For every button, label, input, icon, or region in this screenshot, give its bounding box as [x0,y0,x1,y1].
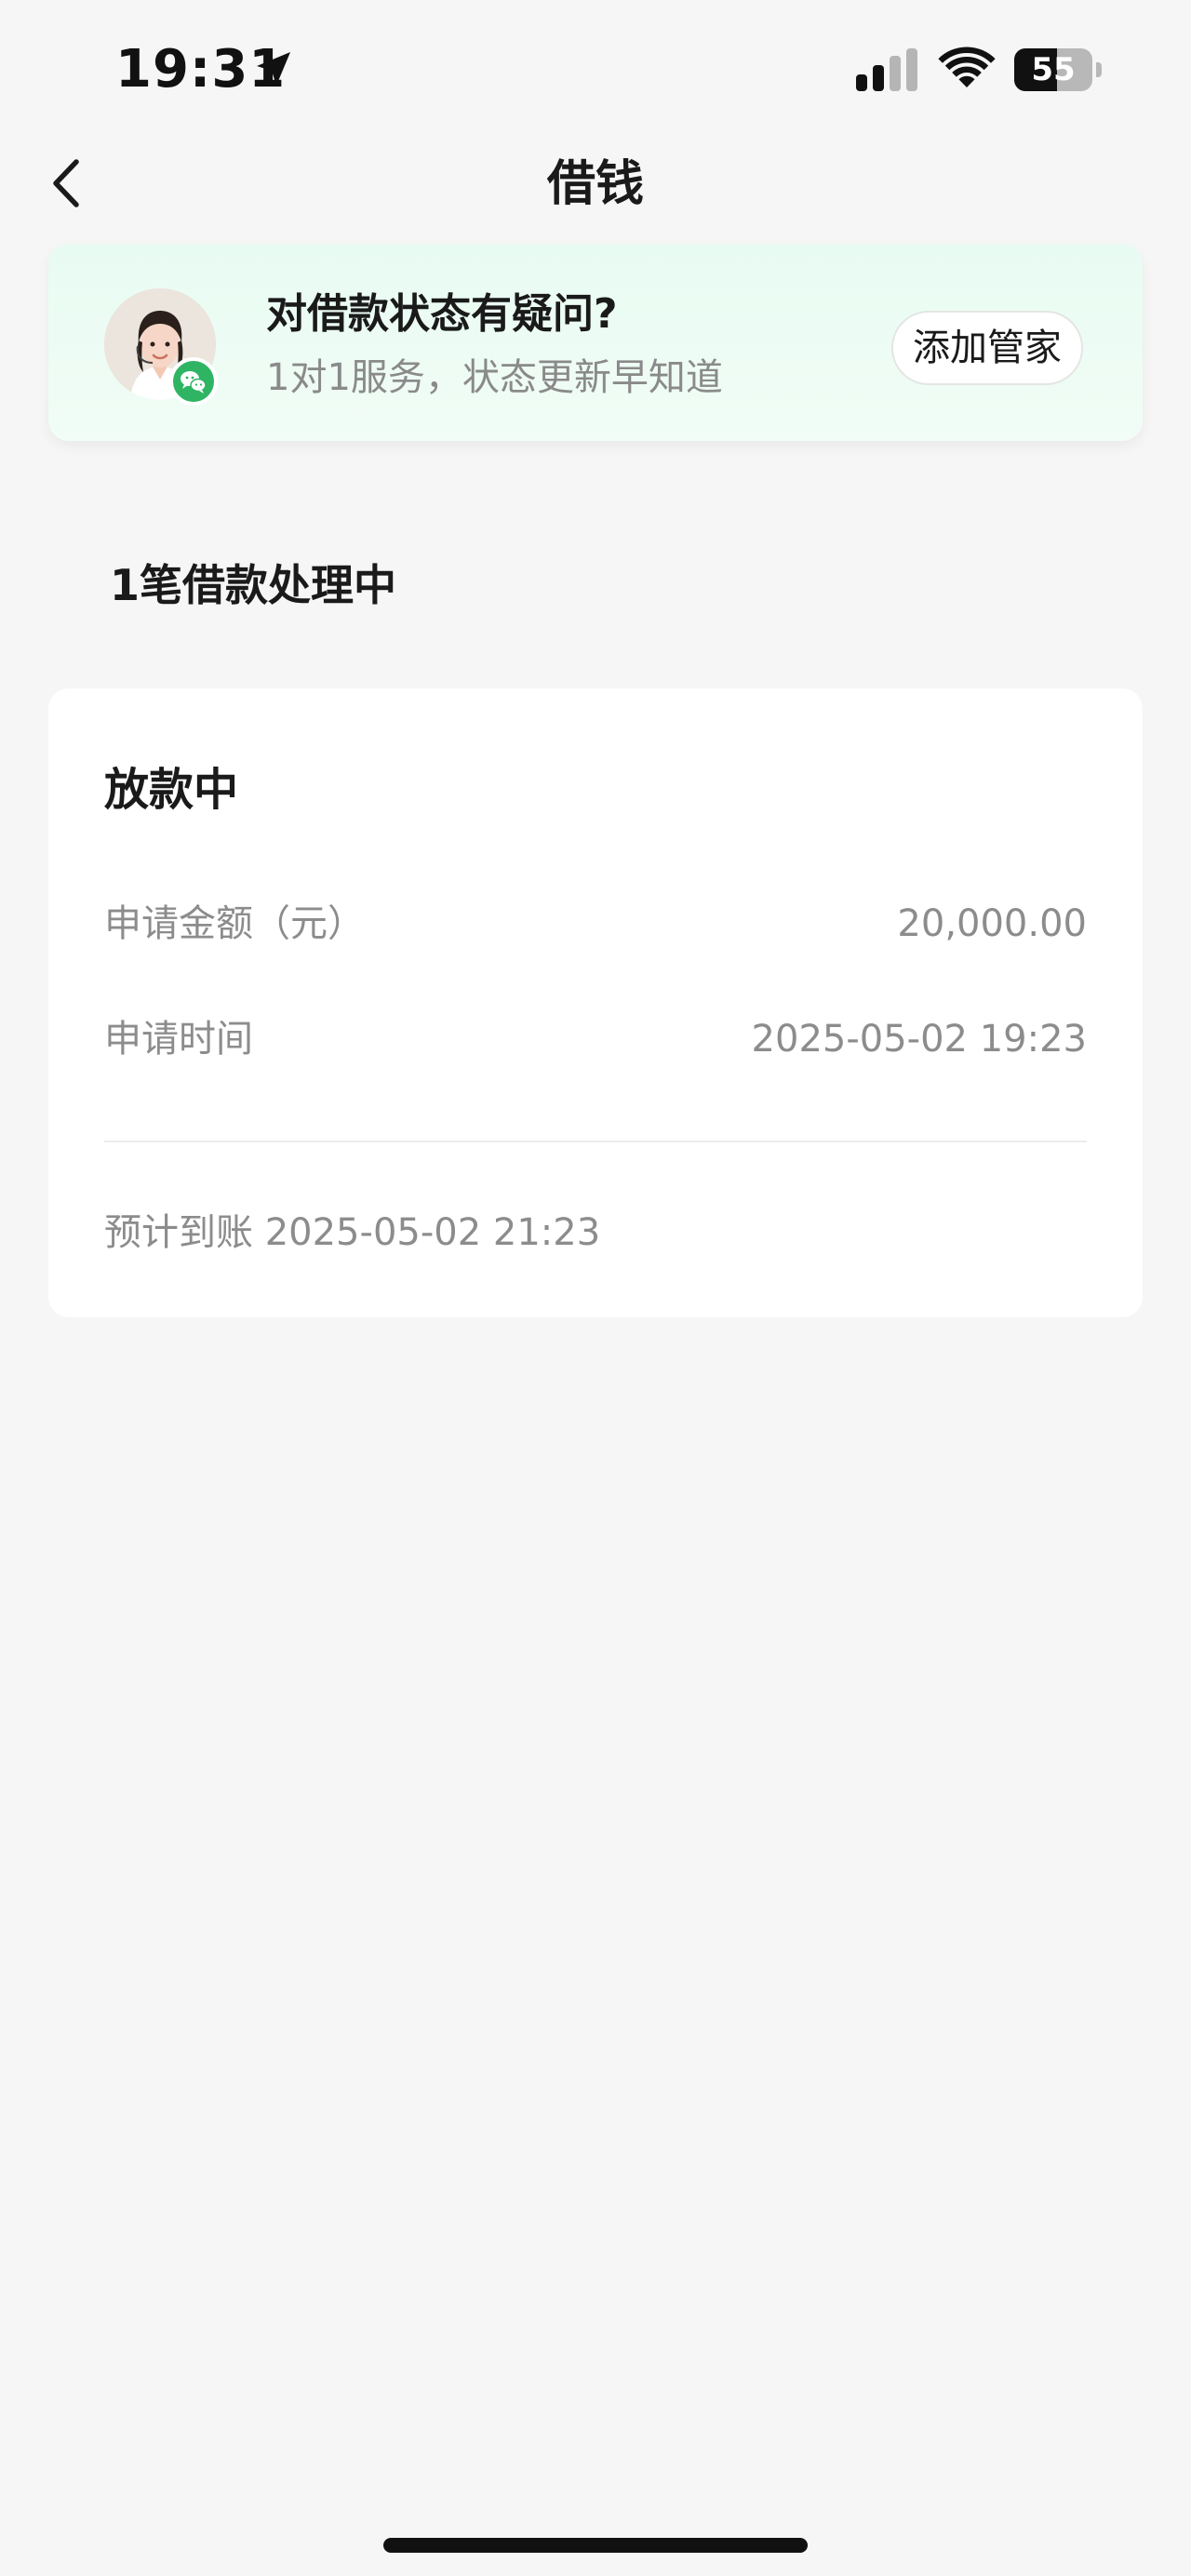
time-value: 2025-05-02 19:23 [751,1018,1087,1061]
loans-processing-heading: 1笔借款处理中 [110,560,397,610]
back-button[interactable] [37,151,102,216]
loan-card[interactable]: 放款中 申请金额（元） 20,000.00 申请时间 2025-05-02 19… [48,688,1143,1317]
status-bar: 19:31 55 [0,0,1191,140]
page-title: 借钱 [546,156,644,212]
wifi-icon [938,47,996,87]
battery-cap [1096,62,1102,77]
expected-arrival: 预计到账 2025-05-02 21:23 [104,1211,601,1254]
banner-subtitle: 1对1服务，状态更新早知道 [266,356,723,399]
add-manager-button[interactable]: 添加管家 [891,311,1083,385]
battery-icon: 55 [1014,48,1104,91]
amount-label: 申请金额（元） [104,902,365,945]
wechat-icon [169,357,218,406]
home-indicator[interactable] [383,2538,808,2553]
banner-title: 对借款状态有疑问? [266,290,618,338]
location-arrow-icon [257,52,290,86]
cellular-signal-icon [856,48,917,91]
loan-status: 放款中 [104,764,239,816]
chevron-left-icon [53,159,79,207]
amount-value: 20,000.00 [897,902,1087,945]
time-label: 申请时间 [104,1018,253,1061]
service-banner[interactable]: 对借款状态有疑问? 1对1服务，状态更新早知道 添加管家 [48,244,1143,441]
battery-body: 55 [1014,48,1092,91]
battery-level: 55 [1031,51,1076,88]
wechat-glyph [181,371,207,394]
nav-bar: 借钱 [0,140,1191,233]
card-divider [104,1141,1087,1142]
